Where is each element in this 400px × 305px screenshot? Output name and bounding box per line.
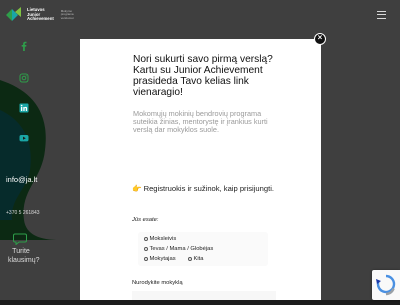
chat-icon[interactable]: [13, 233, 27, 245]
youtube-icon[interactable]: [19, 130, 29, 142]
role-option-other[interactable]: Kita: [188, 256, 204, 262]
instagram-icon[interactable]: [19, 70, 29, 83]
modal-cta: 👉 Registruokis ir sužinok, kaip prisijun…: [132, 184, 282, 193]
modal-description: Mokomųjų mokinių bendrovių programa sute…: [133, 109, 268, 135]
role-option-parent[interactable]: Tevas / Mama / Globėjas: [144, 246, 213, 252]
logo-subtitle: Mokymo programa verslumui: [60, 8, 74, 20]
school-input[interactable]: [132, 291, 276, 300]
role-option-label: Mokytajas: [149, 256, 176, 262]
role-option-teacher[interactable]: Mokytajas: [144, 256, 176, 262]
role-radio-group: Moksleivis Tevas / Mama / Globėjas Mokyt…: [138, 232, 268, 266]
linkedin-icon[interactable]: [19, 100, 29, 113]
radio-button[interactable]: [188, 257, 192, 261]
facebook-icon[interactable]: [19, 38, 29, 51]
menu-icon[interactable]: [377, 11, 386, 20]
recaptcha-icon: [376, 274, 396, 296]
radio-button[interactable]: [144, 247, 148, 251]
ja-logo-icon: [6, 7, 21, 21]
role-option-label: Tevas / Mama / Globėjas: [149, 246, 214, 252]
modal-title: Nori sukurti savo pirmą verslą? Kartu su…: [133, 54, 273, 98]
pointing-hand-icon: 👉: [132, 184, 142, 193]
role-option-student[interactable]: Moksleivis: [144, 236, 176, 242]
radio-button[interactable]: [144, 237, 148, 241]
logo-wordmark: Lietuvos Junior Achievement: [27, 7, 54, 22]
contact-phone[interactable]: +370 5 261843: [6, 210, 40, 216]
recaptcha-badge[interactable]: [372, 270, 400, 300]
radio-button[interactable]: [144, 257, 148, 261]
close-icon: ×: [317, 32, 323, 42]
role-label: Jūs esate:: [132, 217, 159, 223]
logo-line-3: Achievement: [27, 16, 54, 22]
role-option-label: Kita: [193, 256, 204, 262]
contact-email[interactable]: info@ja.lt: [6, 175, 37, 184]
close-button[interactable]: ×: [314, 33, 326, 45]
ask-line-2: klausimų?: [8, 257, 40, 264]
role-option-label: Moksleivis: [149, 236, 177, 242]
ask-line-1: Turite: [12, 248, 30, 255]
cta-text: Registruokis ir sužinok, kaip prisijungt…: [143, 184, 275, 193]
ja-logo[interactable]: Lietuvos Junior Achievement Mokymo progr…: [6, 7, 75, 23]
signup-modal: Nori sukurti savo pirmą verslą? Kartu su…: [80, 39, 321, 300]
ask-question-link[interactable]: Turite klausimų?: [8, 247, 40, 265]
school-label: Nurodykite mokyklą: [132, 280, 183, 286]
